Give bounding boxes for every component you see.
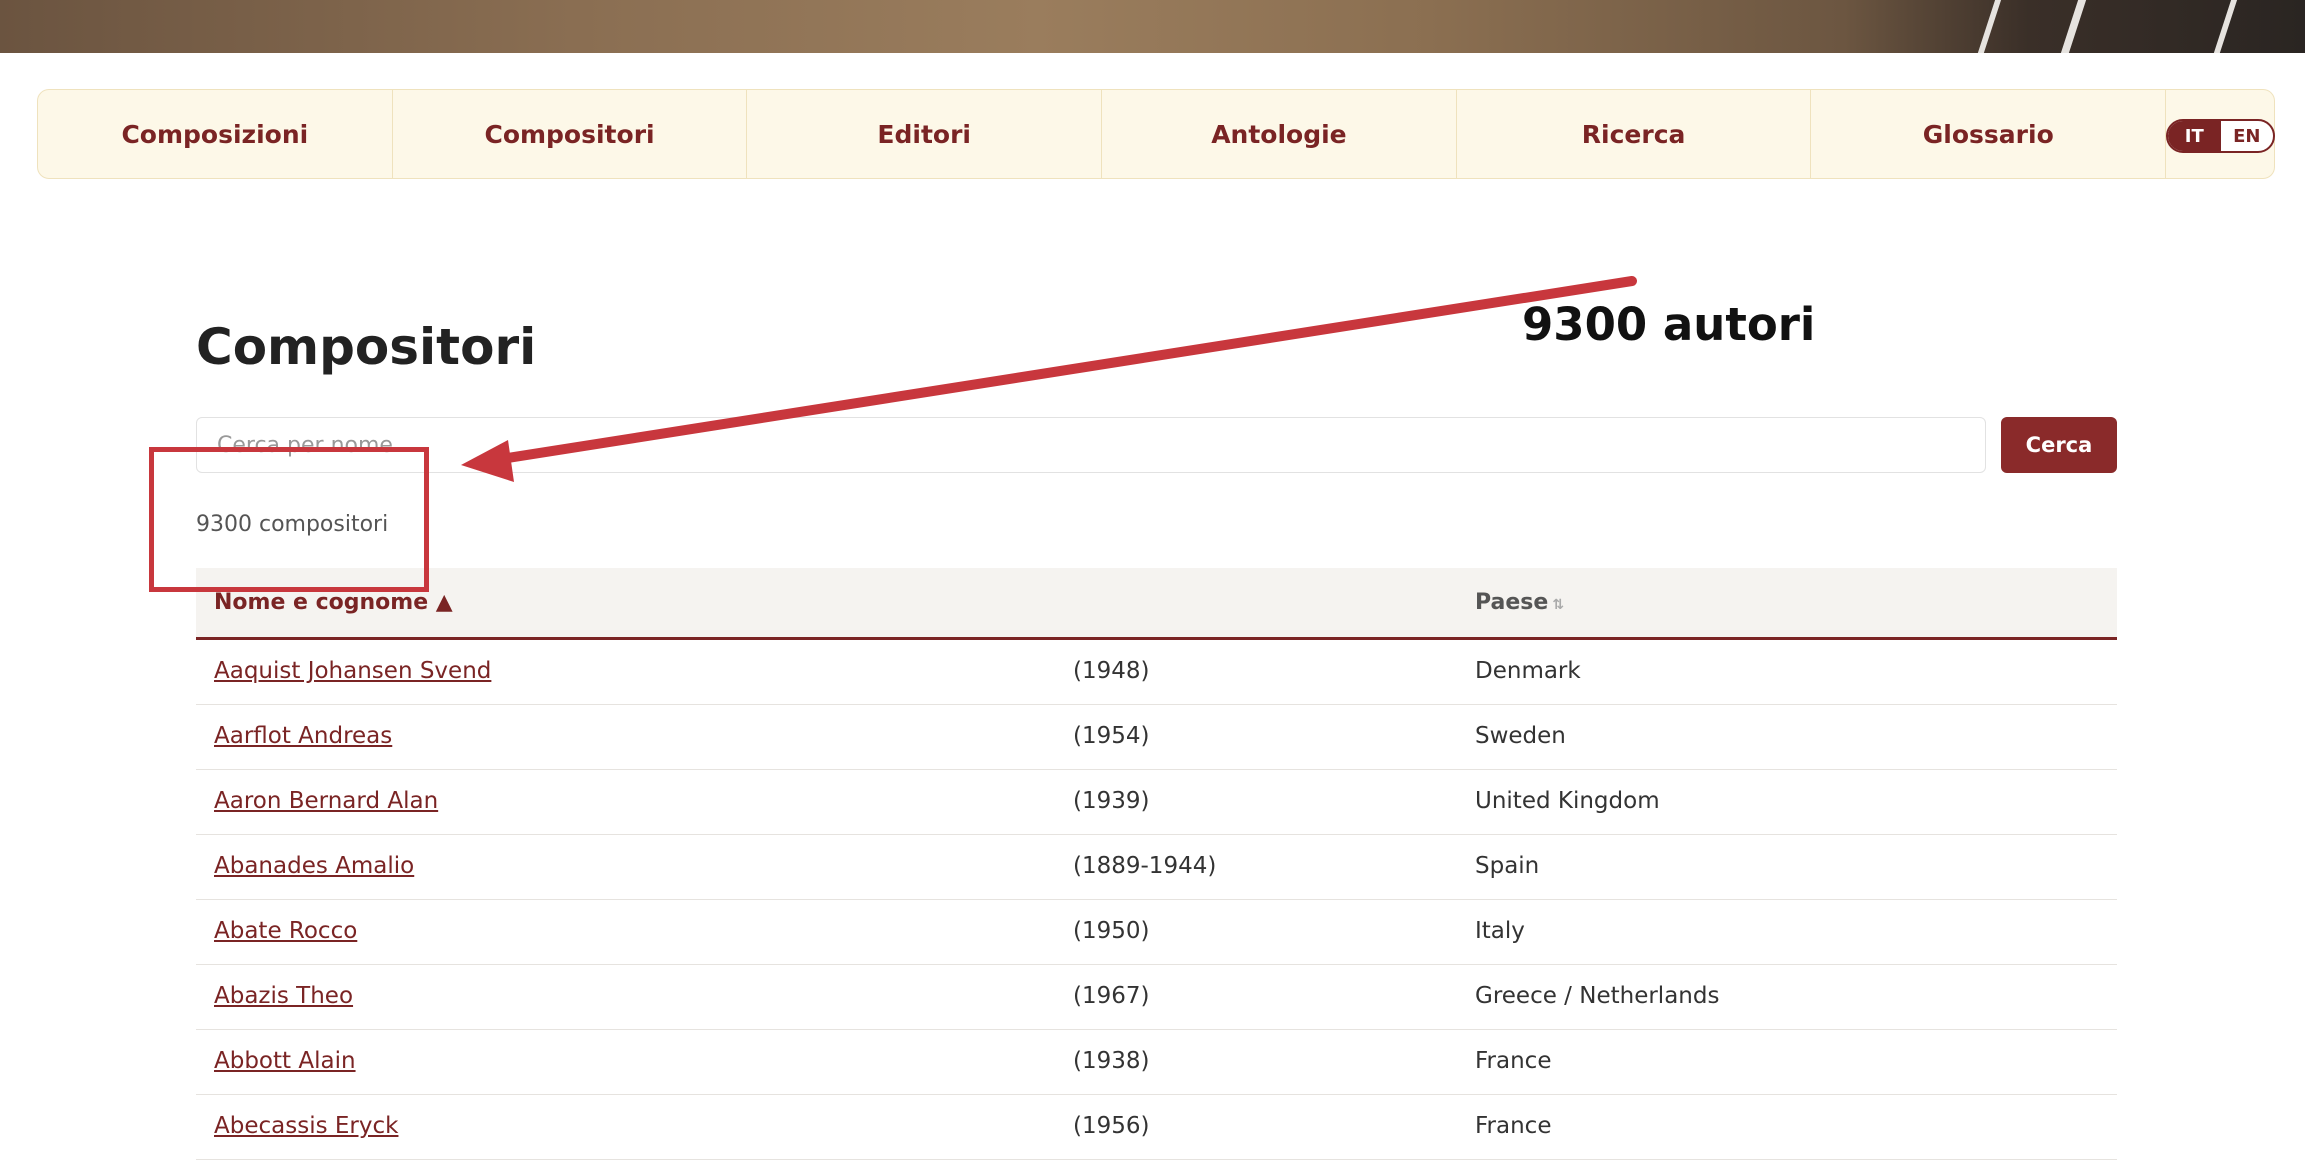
- composer-years: (1889-1944): [1073, 853, 1217, 879]
- search-input[interactable]: [196, 417, 1986, 473]
- annotation-rectangle: [149, 447, 429, 592]
- table-row: Abecassis Eryck (1956) France: [196, 1095, 2117, 1160]
- composer-link[interactable]: Aaquist Johansen Svend: [214, 658, 491, 684]
- composer-link[interactable]: Aarflot Andreas: [214, 723, 392, 749]
- composer-country: Greece / Netherlands: [1475, 983, 1720, 1009]
- composer-link[interactable]: Abate Rocco: [214, 918, 357, 944]
- composer-years: (1939): [1073, 788, 1150, 814]
- composer-country: United Kingdom: [1475, 788, 1660, 814]
- composer-link[interactable]: Abazis Theo: [214, 983, 353, 1009]
- composer-years: (1950): [1073, 918, 1150, 944]
- page-title: Compositori: [196, 318, 537, 376]
- table-row: Aaquist Johansen Svend (1948) Denmark: [196, 640, 2117, 705]
- table-row: Aarflot Andreas (1954) Sweden: [196, 705, 2117, 770]
- composer-link[interactable]: Abecassis Eryck: [214, 1113, 398, 1139]
- hero-image: [0, 0, 2305, 53]
- composer-country: France: [1475, 1113, 1552, 1139]
- composers-table: Aaquist Johansen Svend (1948) Denmark Aa…: [196, 640, 2117, 1160]
- composer-country: Spain: [1475, 853, 1540, 879]
- table-row: Abazis Theo (1967) Greece / Netherlands: [196, 965, 2117, 1030]
- table-row: Abate Rocco (1950) Italy: [196, 900, 2117, 965]
- main-nav: Composizioni Compositori Editori Antolog…: [37, 89, 2275, 179]
- column-header-name[interactable]: Nome e cognome ▲: [214, 590, 453, 615]
- table-row: Abbott Alain (1938) France: [196, 1030, 2117, 1095]
- table-header: Nome e cognome ▲ Paese ⇅: [196, 568, 2117, 640]
- annotation-text: 9300 autori: [1522, 298, 1816, 351]
- table-row: Aaron Bernard Alan (1939) United Kingdom: [196, 770, 2117, 835]
- hero-object: [1971, 0, 2241, 53]
- nav-item-glossario[interactable]: Glossario: [1811, 90, 2167, 178]
- composer-years: (1967): [1073, 983, 1150, 1009]
- nav-item-antologie[interactable]: Antologie: [1102, 90, 1457, 178]
- column-header-country[interactable]: Paese ⇅: [1475, 590, 1564, 615]
- search-button[interactable]: Cerca: [2001, 417, 2117, 473]
- table-row: Abanades Amalio (1889-1944) Spain: [196, 835, 2117, 900]
- lang-en-button[interactable]: EN: [2221, 121, 2274, 151]
- nav-item-ricerca[interactable]: Ricerca: [1457, 90, 1812, 178]
- composer-country: Denmark: [1475, 658, 1581, 684]
- composer-years: (1956): [1073, 1113, 1150, 1139]
- composer-years: (1954): [1073, 723, 1150, 749]
- nav-item-composizioni[interactable]: Composizioni: [38, 90, 393, 178]
- composer-country: Italy: [1475, 918, 1525, 944]
- composer-link[interactable]: Aaron Bernard Alan: [214, 788, 438, 814]
- column-header-country-label: Paese: [1475, 590, 1549, 615]
- sort-icon: ⇅: [1552, 597, 1565, 613]
- nav-item-compositori[interactable]: Compositori: [393, 90, 748, 178]
- nav-item-editori[interactable]: Editori: [747, 90, 1103, 178]
- composer-years: (1938): [1073, 1048, 1150, 1074]
- composer-link[interactable]: Abanades Amalio: [214, 853, 414, 879]
- language-switch: IT EN: [2166, 119, 2275, 153]
- composer-years: (1948): [1073, 658, 1150, 684]
- composer-link[interactable]: Abbott Alain: [214, 1048, 356, 1074]
- composer-country: France: [1475, 1048, 1552, 1074]
- composer-country: Sweden: [1475, 723, 1566, 749]
- lang-it-button[interactable]: IT: [2168, 121, 2221, 151]
